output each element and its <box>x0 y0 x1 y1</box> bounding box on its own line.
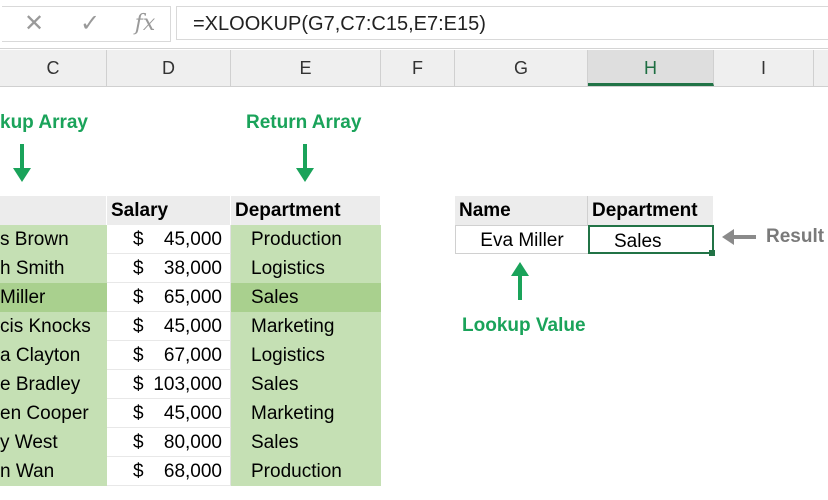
salary-cell[interactable]: $65,000 <box>107 283 231 312</box>
salary-cell[interactable]: $67,000 <box>107 341 231 370</box>
currency-symbol: $ <box>133 258 144 279</box>
lookup-array-label: kup Array <box>0 112 88 133</box>
column-header-f[interactable]: F <box>381 50 455 86</box>
department-cell[interactable]: Logistics <box>231 254 381 283</box>
name-cell[interactable]: e Bradley <box>0 370 107 399</box>
salary-value: 45,000 <box>163 229 222 250</box>
salary-value: 68,000 <box>163 461 222 482</box>
name-cell[interactable]: h Smith <box>0 254 107 283</box>
column-header-d[interactable]: D <box>107 50 231 86</box>
name-cell[interactable]: Miller <box>0 283 107 312</box>
name-cell[interactable]: s Brown <box>0 225 107 254</box>
salary-cell[interactable]: $45,000 <box>107 399 231 428</box>
formula-input[interactable]: =XLOOKUP(G7,C7:C15,E7:E15) <box>176 6 828 40</box>
column-header-i[interactable]: I <box>714 50 814 86</box>
name-cell[interactable]: a Clayton <box>0 341 107 370</box>
salary-value: 80,000 <box>163 432 222 453</box>
salary-value: 38,000 <box>163 258 222 279</box>
return-array-label: Return Array <box>246 112 362 133</box>
result-cell[interactable]: Sales <box>588 225 714 254</box>
column-header-c[interactable]: C <box>0 50 107 86</box>
salary-cell[interactable]: $45,000 <box>107 225 231 254</box>
currency-symbol: $ <box>133 287 144 308</box>
department-cell[interactable]: Sales <box>231 370 381 399</box>
department-cell[interactable]: Production <box>231 225 381 254</box>
cancel-icon[interactable]: ✕ <box>20 6 48 40</box>
left-arrow-icon <box>722 229 756 245</box>
salary-header[interactable]: Salary <box>107 196 231 225</box>
enter-icon[interactable]: ✓ <box>76 6 104 40</box>
department-cell[interactable]: Sales <box>231 428 381 457</box>
salary-value: 45,000 <box>163 316 222 337</box>
salary-cell[interactable]: $103,000 <box>107 370 231 399</box>
department-cell[interactable]: Sales <box>231 283 381 312</box>
result-label: Result <box>766 226 825 247</box>
department-cell[interactable]: Marketing <box>231 312 381 341</box>
down-arrow-icon <box>13 144 31 182</box>
salary-cell[interactable]: $38,000 <box>107 254 231 283</box>
salary-value: 45,000 <box>163 403 222 424</box>
lookup-value-label: Lookup Value <box>462 315 586 336</box>
formula-bar: ✕ ✓ fx =XLOOKUP(G7,C7:C15,E7:E15) <box>0 0 828 49</box>
department-cell[interactable]: Marketing <box>231 399 381 428</box>
lookup-department-header[interactable]: Department <box>588 196 714 225</box>
salary-value: 67,000 <box>163 345 222 366</box>
column-header-e[interactable]: E <box>231 50 381 86</box>
currency-symbol: $ <box>133 403 144 424</box>
salary-value: 103,000 <box>153 374 222 395</box>
salary-cell[interactable]: $68,000 <box>107 457 231 486</box>
column-headers: C D E F G H I <box>0 50 828 87</box>
currency-symbol: $ <box>133 316 144 337</box>
column-header-h[interactable]: H <box>588 50 714 86</box>
insert-function-icon[interactable]: fx <box>128 6 162 40</box>
name-column-header[interactable] <box>0 196 107 225</box>
name-cell[interactable]: y West <box>0 428 107 457</box>
salary-cell[interactable]: $80,000 <box>107 428 231 457</box>
currency-symbol: $ <box>133 345 144 366</box>
column-header-g[interactable]: G <box>455 50 588 86</box>
currency-symbol: $ <box>133 432 144 453</box>
name-cell[interactable]: en Cooper <box>0 399 107 428</box>
department-cell[interactable]: Logistics <box>231 341 381 370</box>
name-cell[interactable]: cis Knocks <box>0 312 107 341</box>
name-cell[interactable]: n Wan <box>0 457 107 486</box>
department-cell[interactable]: Production <box>231 457 381 486</box>
currency-symbol: $ <box>133 374 144 395</box>
down-arrow-icon <box>296 144 314 182</box>
currency-symbol: $ <box>133 229 144 250</box>
lookup-name-header[interactable]: Name <box>455 196 588 225</box>
lookup-value-cell[interactable]: Eva Miller <box>455 225 588 254</box>
up-arrow-icon <box>511 262 529 300</box>
salary-cell[interactable]: $45,000 <box>107 312 231 341</box>
department-header[interactable]: Department <box>231 196 381 225</box>
fill-handle[interactable] <box>709 250 715 256</box>
currency-symbol: $ <box>133 461 144 482</box>
salary-value: 65,000 <box>163 287 222 308</box>
